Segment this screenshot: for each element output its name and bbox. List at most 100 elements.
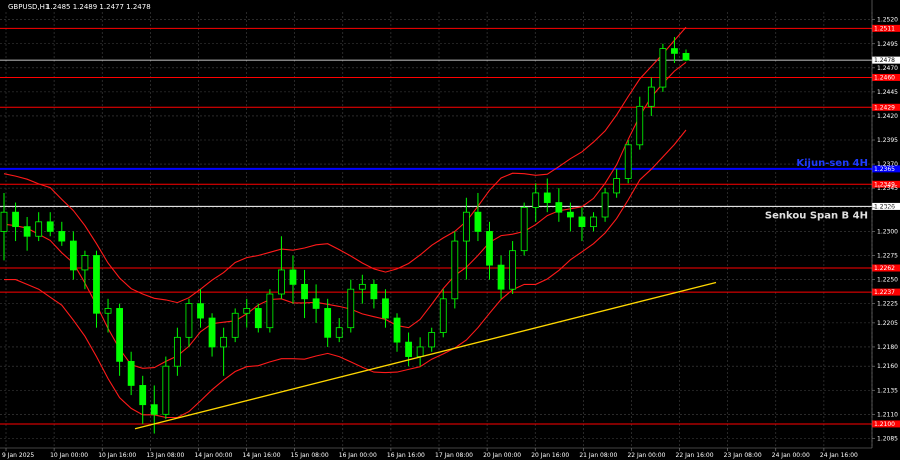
- time-tick-label: 23 Jan 08:00: [724, 452, 762, 459]
- candle-body: [162, 365, 170, 415]
- candle-body: [590, 216, 597, 228]
- candle-body: [532, 192, 540, 208]
- candle-body: [93, 255, 100, 314]
- candle-body: [35, 221, 43, 237]
- time-tick-label: 14 Jan 16:00: [243, 452, 281, 459]
- price-tick-label: 1.2345: [877, 185, 898, 192]
- level-price-label: 1.2511: [874, 25, 895, 32]
- price-tick-label: 1.2225: [877, 301, 898, 308]
- chart-background: [0, 0, 900, 460]
- candle-body: [150, 404, 158, 415]
- time-tick-label: 17 Jan 08:00: [435, 452, 473, 459]
- candle-body: [613, 178, 621, 194]
- candle-body: [104, 308, 112, 314]
- candle-body: [382, 298, 389, 319]
- candle-body: [231, 312, 239, 338]
- time-tick-label: 14 Jan 00:00: [194, 452, 232, 459]
- price-chart: 1.25111.24781.24601.24291.23491.2326Senk…: [0, 0, 900, 460]
- candle-body: [324, 308, 332, 338]
- price-tick-label: 1.2250: [877, 277, 898, 284]
- candle-body: [116, 308, 123, 362]
- price-tick-label: 1.2445: [877, 89, 898, 96]
- price-tick-label: 1.2275: [877, 253, 898, 260]
- price-tick-label: 1.2495: [877, 41, 898, 48]
- candle-body: [139, 385, 147, 406]
- level-price-label: 1.2262: [874, 265, 895, 272]
- price-tick-label: 1.2520: [877, 17, 898, 24]
- time-tick-label: 16 Jan 00:00: [339, 452, 377, 459]
- candle-body: [46, 221, 54, 232]
- price-tick-label: 1.2370: [877, 161, 898, 168]
- candle-body: [416, 346, 424, 357]
- candle-body: [185, 303, 193, 338]
- candle-body: [509, 250, 517, 290]
- candle-body: [497, 264, 505, 290]
- level-price-label: 1.2429: [874, 104, 895, 111]
- time-tick-label: 13 Jan 08:00: [146, 452, 184, 459]
- price-tick-label: 1.2205: [877, 320, 898, 327]
- time-tick-label: 9 Jan 2025: [2, 452, 34, 459]
- candle-body: [520, 206, 528, 252]
- level-price-label: 1.2460: [874, 74, 895, 81]
- time-tick-label: 15 Jan 08:00: [291, 452, 329, 459]
- candle-body: [220, 336, 228, 348]
- candle-body: [254, 308, 262, 329]
- level-price-label: 1.2237: [874, 289, 895, 296]
- price-tick-label: 1.2395: [877, 137, 898, 144]
- candle-body: [567, 211, 574, 218]
- candle-body: [358, 283, 366, 290]
- level-price-label: 1.2478: [874, 57, 895, 64]
- candle-body: [682, 52, 690, 61]
- candle-body: [486, 231, 493, 266]
- candle-body: [601, 192, 609, 218]
- price-tick-label: 1.2135: [877, 387, 898, 394]
- candle-body: [23, 226, 31, 237]
- level-price-label: 1.2100: [874, 421, 895, 428]
- candle-body: [555, 202, 563, 213]
- candle-body: [208, 317, 216, 348]
- candle-body: [543, 192, 551, 203]
- time-tick-label: 21 Jan 08:00: [579, 452, 617, 459]
- candle-body: [671, 48, 678, 54]
- price-tick-label: 1.2160: [877, 363, 898, 370]
- candle-body: [69, 240, 77, 271]
- candle-body: [474, 211, 482, 232]
- candle-body: [347, 288, 355, 329]
- candle-body: [462, 211, 470, 242]
- time-tick-label: 10 Jan 16:00: [98, 452, 136, 459]
- price-tick-label: 1.2300: [877, 228, 898, 235]
- candle-body: [335, 327, 343, 338]
- candle-body: [428, 332, 436, 348]
- time-tick-label: 24 Jan 00:00: [772, 452, 810, 459]
- candle-body: [647, 86, 655, 107]
- price-tick-label: 1.2325: [877, 204, 898, 211]
- candle-body: [278, 269, 285, 295]
- candle-body: [266, 293, 274, 329]
- candle-body: [0, 211, 8, 232]
- level-annotation: Kijun-sen 4H: [796, 158, 868, 169]
- time-tick-label: 22 Jan 00:00: [627, 452, 665, 459]
- candle-body: [243, 308, 251, 314]
- candle-body: [301, 283, 308, 300]
- candle-body: [451, 240, 459, 300]
- candle-body: [197, 303, 204, 319]
- level-annotation: Senkou Span B 4H: [765, 210, 868, 221]
- candle-body: [127, 360, 135, 386]
- candle-body: [312, 298, 320, 309]
- candle-body: [439, 298, 447, 333]
- price-tick-label: 1.2180: [877, 344, 898, 351]
- price-tick-label: 1.2470: [877, 65, 898, 72]
- candle-body: [405, 341, 412, 357]
- candle-body: [393, 317, 401, 343]
- candle-body: [12, 211, 19, 228]
- price-tick-label: 1.2110: [877, 411, 898, 418]
- time-tick-label: 16 Jan 16:00: [387, 452, 425, 459]
- candle-body: [659, 48, 667, 88]
- candle-body: [289, 269, 297, 285]
- chart-ohlc-header: 1.2485 1.2489 1.2477 1.2478: [46, 3, 151, 11]
- candle-body: [81, 255, 89, 271]
- price-tick-label: 1.2420: [877, 113, 898, 120]
- candle-body: [636, 105, 644, 146]
- candle-body: [58, 231, 66, 242]
- candle-body: [173, 336, 181, 367]
